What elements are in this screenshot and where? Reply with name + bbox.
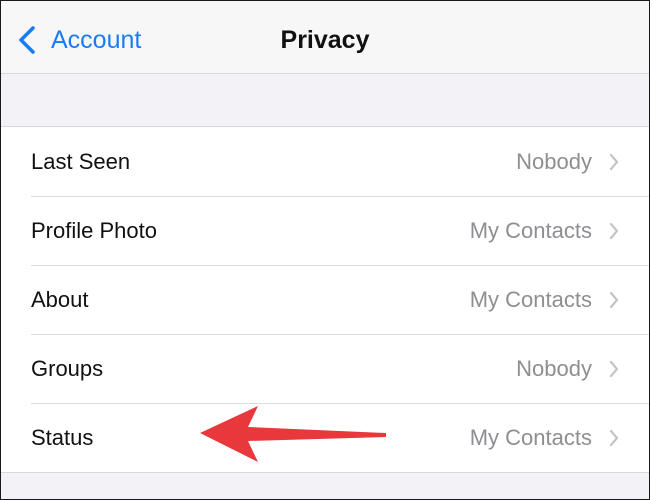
row-value: Nobody bbox=[516, 148, 592, 174]
settings-row-groups[interactable]: Groups Nobody bbox=[1, 334, 649, 403]
back-button-label: Account bbox=[51, 26, 142, 54]
settings-row-profile-photo[interactable]: Profile Photo My Contacts bbox=[1, 196, 649, 265]
privacy-settings-list: Last Seen Nobody Profile Photo My Contac… bbox=[1, 126, 649, 473]
row-label: Status bbox=[31, 424, 94, 450]
row-label: Profile Photo bbox=[31, 217, 157, 243]
chevron-right-icon bbox=[609, 153, 619, 171]
row-label: Last Seen bbox=[31, 148, 131, 174]
chevron-right-icon bbox=[609, 222, 619, 240]
chevron-right-icon bbox=[609, 429, 619, 447]
row-label: About bbox=[31, 286, 89, 312]
row-value: My Contacts bbox=[469, 217, 592, 243]
row-value: My Contacts bbox=[469, 424, 592, 450]
chevron-right-icon bbox=[609, 291, 619, 309]
settings-row-last-seen[interactable]: Last Seen Nobody bbox=[1, 127, 649, 196]
row-value: Nobody bbox=[516, 355, 592, 381]
chevron-right-icon bbox=[609, 360, 619, 378]
chevron-left-icon bbox=[17, 25, 37, 55]
back-button[interactable]: Account bbox=[17, 23, 141, 57]
row-value: My Contacts bbox=[469, 286, 592, 312]
row-label: Groups bbox=[31, 355, 104, 381]
navigation-bar: Account Privacy bbox=[1, 1, 649, 74]
settings-row-about[interactable]: About My Contacts bbox=[1, 265, 649, 334]
settings-row-status[interactable]: Status My Contacts bbox=[1, 403, 649, 472]
phone-screen: Account Privacy Last Seen Nobody Profile… bbox=[0, 0, 650, 500]
